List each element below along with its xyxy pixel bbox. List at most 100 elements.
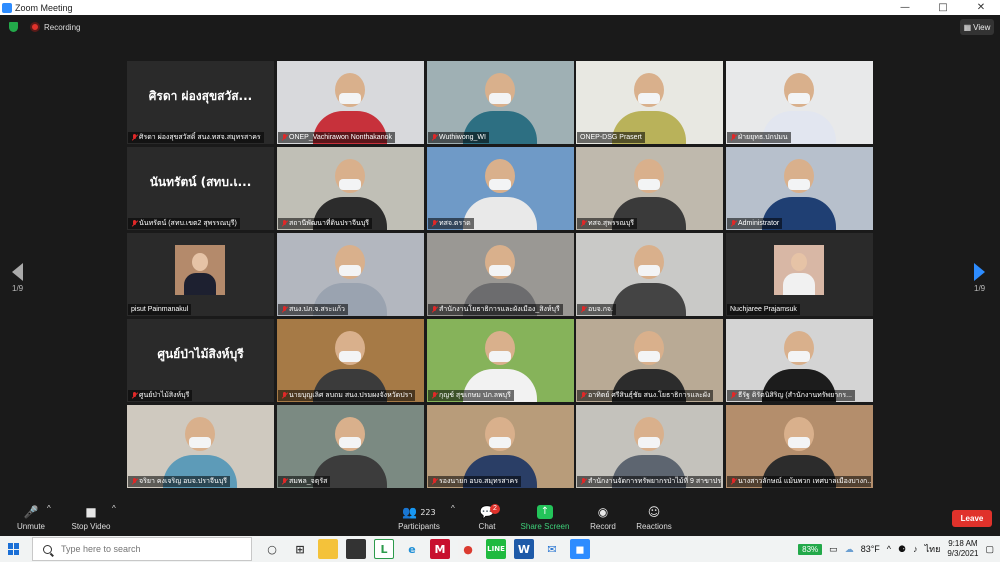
windows-start-icon[interactable] xyxy=(8,543,20,555)
participant-tile[interactable]: ศูนย์ป่าไม้สิงห์บุรี ศูนย์ป่าไม้สิงห์บุรี xyxy=(127,319,274,402)
taskbar-apps: ○ ⊞ L e M ● LINE W ✉ ◼ xyxy=(262,539,590,559)
next-page-nav[interactable]: 1/9 xyxy=(974,263,985,293)
participant-name: Administrator xyxy=(738,220,780,227)
video-options-caret[interactable]: ^ xyxy=(112,504,116,513)
muted-microphone-icon xyxy=(281,220,287,227)
task-view-icon[interactable]: ○ xyxy=(262,539,282,559)
muted-microphone-icon xyxy=(131,220,137,227)
participant-tile[interactable]: สมพล_จตุรัส xyxy=(277,405,424,488)
participant-name: ศูนย์ป่าไม้สิงห์บุรี xyxy=(139,392,190,399)
participant-tile[interactable]: ONEP_Vachirawon Nonthakanok xyxy=(277,61,424,144)
battery-icon[interactable]: ▭ xyxy=(829,544,838,555)
window-titlebar: Zoom Meeting — □ ✕ xyxy=(0,0,1000,15)
video-camera-icon: ■ xyxy=(85,505,97,519)
l-app-icon[interactable]: L xyxy=(374,539,394,559)
arrow-right-icon[interactable] xyxy=(974,263,986,281)
encryption-shield-icon[interactable] xyxy=(9,22,18,32)
volume-icon[interactable]: ♪ xyxy=(913,544,918,554)
previous-page-nav[interactable]: 1/9 xyxy=(12,263,23,293)
participant-tile[interactable]: ทสจ.สุพรรณบุรี xyxy=(576,147,723,230)
page-indicator-left: 1/9 xyxy=(12,284,24,293)
battery-indicator[interactable]: 83% xyxy=(798,543,823,555)
share-screen-button[interactable]: ↑ Share Screen xyxy=(518,504,572,531)
participant-name: Nuchjaree Prajamsuk xyxy=(730,306,797,313)
participant-tile[interactable]: ONEP-DSG Prasert xyxy=(576,61,723,144)
participant-tile[interactable]: สนง.ปภ.จ.สระแก้ว xyxy=(277,233,424,316)
share-screen-label: Share Screen xyxy=(520,522,570,531)
close-button[interactable]: ✕ xyxy=(962,0,1000,15)
participant-tile[interactable]: สถานีพัฒนาที่ดินปราจีนบุรี xyxy=(277,147,424,230)
word-icon[interactable]: W xyxy=(514,539,534,559)
muted-microphone-icon xyxy=(131,134,137,141)
taskbar-clock[interactable]: 9:18 AM 9/3/2021 xyxy=(947,539,978,559)
zoom-taskbar-icon[interactable]: ◼ xyxy=(570,539,590,559)
participant-tile[interactable]: จริยา คงเจริญ อบจ.ปราจีนบุรี xyxy=(127,405,274,488)
mail-icon[interactable]: ✉ xyxy=(542,539,562,559)
record-button[interactable]: ◉ Record xyxy=(586,504,620,531)
muted-microphone-icon xyxy=(730,392,736,399)
weather-icon[interactable]: ☁ xyxy=(845,544,854,555)
leave-button[interactable]: Leave xyxy=(952,510,992,527)
participant-name: นายบุญเลิศ ลบถม สนง.ปรมผงจังหวัดปรา xyxy=(289,392,413,399)
participant-name: ธีรัฐ ติรัตนิสิริญ (สำนักงานทรัพยากร... xyxy=(738,392,852,399)
edge-browser-icon[interactable]: e xyxy=(402,539,422,559)
muted-microphone-icon xyxy=(431,134,437,141)
participant-display-name: ศูนย์ป่าไม้สิงห์บุรี xyxy=(157,347,244,361)
participants-button[interactable]: 👥 223 Participants xyxy=(396,504,442,531)
task-switch-icon[interactable]: ⊞ xyxy=(290,539,310,559)
store-icon[interactable] xyxy=(346,539,366,559)
participant-name-label: สถานีพัฒนาที่ดินปราจีนบุรี xyxy=(278,218,373,229)
participant-tile[interactable]: สำนักงานโยธาธิการและผังเมือง_สิงห์บุรี xyxy=(427,233,574,316)
participants-options-caret[interactable]: ^ xyxy=(451,504,455,513)
participant-tile[interactable]: Wuthiwong_WI xyxy=(427,61,574,144)
participant-tile[interactable]: อบจ.กจ. xyxy=(576,233,723,316)
reactions-button[interactable]: ☺ Reactions xyxy=(634,504,674,531)
participant-tile[interactable]: นันทรัตน์ (สทบ.เ... นันทรัตน์ (สทบ.เขต2 ส… xyxy=(127,147,274,230)
view-button[interactable]: ▦ View xyxy=(960,19,994,35)
unmute-button[interactable]: 🎤 Unmute xyxy=(14,504,48,531)
file-explorer-icon[interactable] xyxy=(318,539,338,559)
participant-name: รองนายก อบจ.สมุทรสาคร xyxy=(439,478,518,485)
participant-tile[interactable]: ศิรดา ผ่องสุขสวัส... ศิรดา ผ่องสุขสวัสดิ์… xyxy=(127,61,274,144)
participant-tile[interactable]: ธีรัฐ ติรัตนิสิริญ (สำนักงานทรัพยากร... xyxy=(726,319,873,402)
grid-icon: ▦ xyxy=(963,22,972,32)
participant-tile[interactable]: รองนายก อบจ.สมุทรสาคร xyxy=(427,405,574,488)
notifications-icon[interactable]: ▢ xyxy=(985,544,994,555)
muted-microphone-icon xyxy=(281,134,287,141)
participant-name-label: กุญช์ สุขเกษม ปภ.ลพบุรี xyxy=(428,390,514,401)
participant-tile[interactable]: ฝ่ายยุทธ.ปกปมน xyxy=(726,61,873,144)
temperature[interactable]: 83°F xyxy=(861,544,880,554)
record-label: Record xyxy=(590,522,616,531)
arrow-left-icon[interactable] xyxy=(12,263,24,281)
language-indicator[interactable]: ไทย xyxy=(925,542,941,556)
stop-video-button[interactable]: ■ Stop Video xyxy=(68,504,114,531)
stop-video-label: Stop Video xyxy=(71,522,111,531)
participant-tile[interactable]: กุญช์ สุขเกษม ปภ.ลพบุรี xyxy=(427,319,574,402)
chat-label: Chat xyxy=(478,522,496,531)
participant-name-label: นางสาวลักษณ์ แม้นพวก เทศบาลเมืองบางก... xyxy=(727,476,871,487)
participant-tile[interactable]: นางสาวลักษณ์ แม้นพวก เทศบาลเมืองบางก... xyxy=(726,405,873,488)
muted-microphone-icon xyxy=(580,220,586,227)
participant-tile[interactable]: สำนักงานจัดการทรัพยากรป่าไม้ที่ 9 สาขาปร… xyxy=(576,405,723,488)
participant-tile[interactable]: นายบุญเลิศ ลบถม สนง.ปรมผงจังหวัดปรา xyxy=(277,319,424,402)
chrome-icon[interactable]: ● xyxy=(458,539,478,559)
taskbar-search[interactable] xyxy=(32,537,252,561)
maximize-button[interactable]: □ xyxy=(924,0,962,15)
network-icon[interactable]: ⚈ xyxy=(898,544,906,555)
participant-tile[interactable]: pisut Painmanakul xyxy=(127,233,274,316)
participant-tile[interactable]: Administrator xyxy=(726,147,873,230)
tray-overflow-icon[interactable]: ^ xyxy=(887,544,891,554)
mcafee-icon[interactable]: M xyxy=(430,539,450,559)
participant-tile[interactable]: ทสจ.ตราด xyxy=(427,147,574,230)
participant-tile[interactable]: Nuchjaree Prajamsuk xyxy=(726,233,873,316)
audio-options-caret[interactable]: ^ xyxy=(47,504,51,513)
participant-name: ONEP-DSG Prasert xyxy=(580,134,642,141)
participant-name: นางสาวลักษณ์ แม้นพวก เทศบาลเมืองบางก... xyxy=(738,478,871,485)
minimize-button[interactable]: — xyxy=(886,0,924,15)
participant-tile[interactable]: อาทิตย์ ศรีสินธุ์ชัย สนง.โยธาธิการและผัง xyxy=(576,319,723,402)
line-app-icon[interactable]: LINE xyxy=(486,539,506,559)
participant-name-label: ศูนย์ป่าไม้สิงห์บุรี xyxy=(128,390,193,401)
taskbar-search-input[interactable] xyxy=(61,544,241,554)
chat-button[interactable]: 💬 2 Chat xyxy=(472,504,502,531)
participant-name: ฝ่ายยุทธ.ปกปมน xyxy=(738,134,788,141)
